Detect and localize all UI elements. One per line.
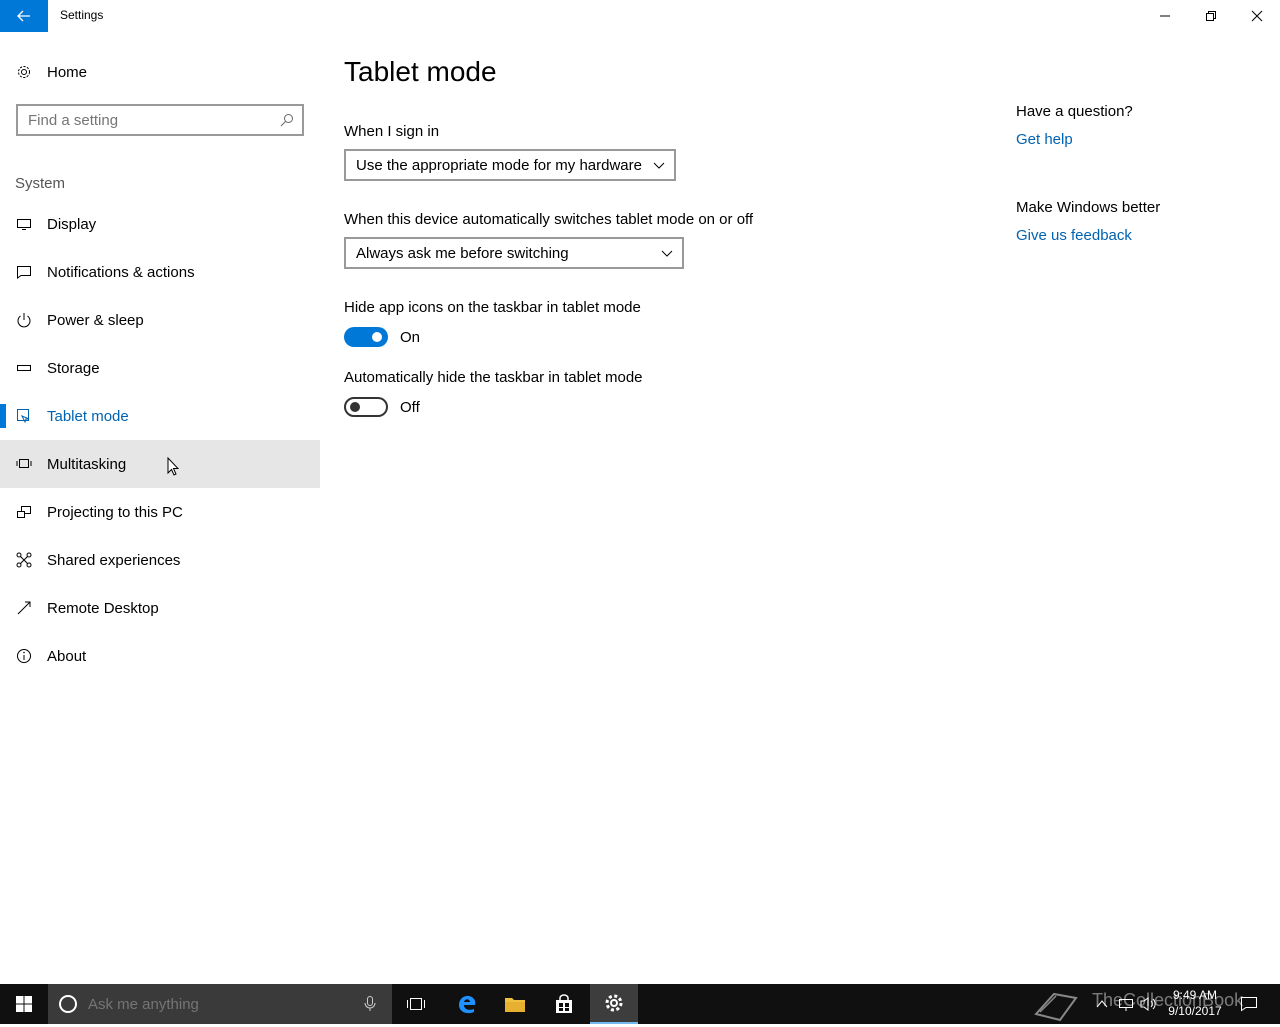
back-button[interactable] — [0, 0, 48, 32]
store-button[interactable] — [540, 984, 588, 1024]
minimize-icon — [1160, 15, 1170, 17]
sidebar-item-shared-experiences[interactable]: Shared experiences — [0, 536, 320, 584]
sidebar-item-multitasking[interactable]: Multitasking — [0, 440, 320, 488]
multitasking-icon — [16, 456, 32, 472]
switch-dropdown-value: Always ask me before switching — [356, 244, 569, 262]
hide-icons-toggle[interactable] — [344, 327, 388, 347]
show-hidden-icons-chevron-icon[interactable] — [1096, 996, 1108, 1014]
chevron-down-icon — [652, 158, 666, 176]
sidebar: Home System Display Notifications & acti… — [0, 32, 320, 984]
title-bar: Settings — [0, 0, 1280, 32]
sidebar-item-projecting[interactable]: Projecting to this PC — [0, 488, 320, 536]
page-title: Tablet mode — [344, 56, 497, 87]
hide-taskbar-label: Automatically hide the taskbar in tablet… — [344, 369, 643, 386]
hide-icons-state: On — [400, 329, 421, 346]
get-help-link[interactable]: Get help — [1016, 131, 1073, 148]
settings-taskbar-button[interactable] — [590, 984, 638, 1024]
hide-icons-label: Hide app icons on the taskbar in tablet … — [344, 299, 641, 316]
volume-icon[interactable] — [1140, 996, 1158, 1017]
cortana-icon — [58, 994, 78, 1019]
sidebar-item-about[interactable]: About — [0, 632, 320, 680]
sidebar-item-power[interactable]: Power & sleep — [0, 296, 320, 344]
sign-in-dropdown-value: Use the appropriate mode for my hardware — [356, 156, 642, 174]
book-logo-icon — [1032, 988, 1082, 1027]
better-heading: Make Windows better — [1016, 199, 1161, 216]
sidebar-item-storage[interactable]: Storage — [0, 344, 320, 392]
search-box[interactable] — [16, 104, 304, 136]
question-heading: Have a question? — [1016, 103, 1133, 120]
clock-time: 9:49 AM — [1172, 988, 1218, 1002]
restore-icon — [1206, 11, 1216, 21]
section-title: System — [15, 175, 66, 192]
toggle-knob — [372, 332, 382, 342]
power-icon — [16, 312, 32, 328]
folder-icon — [505, 998, 525, 1012]
close-icon — [1251, 10, 1263, 22]
clock-date: 9/10/2017 — [1168, 1004, 1222, 1018]
task-view-button[interactable] — [392, 984, 440, 1024]
edge-browser-icon — [459, 995, 476, 1014]
sidebar-item-home[interactable]: Home — [0, 52, 320, 92]
taskbar-search-input[interactable] — [88, 996, 348, 1013]
sign-in-dropdown[interactable]: Use the appropriate mode for my hardware — [344, 149, 676, 181]
taskbar: TheCollectionBook 9:49 AM 9/10/2017 — [0, 984, 1280, 1024]
window-title: Settings — [60, 8, 104, 22]
notification-icon — [16, 264, 32, 280]
feedback-link[interactable]: Give us feedback — [1016, 227, 1132, 244]
start-button[interactable] — [0, 984, 48, 1024]
search-icon[interactable] — [280, 113, 294, 132]
sidebar-item-display[interactable]: Display — [0, 200, 320, 248]
restore-button[interactable] — [1188, 0, 1234, 32]
switch-dropdown[interactable]: Always ask me before switching — [344, 237, 684, 269]
shared-experiences-icon — [16, 552, 32, 568]
monitor-icon — [16, 216, 32, 232]
back-arrow-icon — [17, 10, 30, 22]
windows-logo-icon — [16, 996, 32, 1012]
sign-in-label: When I sign in — [344, 123, 440, 140]
remote-desktop-icon — [16, 600, 32, 616]
gear-icon — [16, 64, 32, 80]
switch-label: When this device automatically switches … — [344, 211, 754, 228]
cortana-search-box[interactable] — [48, 984, 392, 1024]
toggle-knob — [350, 402, 360, 412]
action-center-icon[interactable] — [1240, 996, 1258, 1017]
hide-taskbar-toggle[interactable] — [344, 397, 388, 417]
task-view-icon — [407, 998, 425, 1010]
chevron-down-icon — [660, 246, 674, 264]
minimize-button[interactable] — [1142, 0, 1188, 32]
sidebar-item-remote-desktop[interactable]: Remote Desktop — [0, 584, 320, 632]
edge-button[interactable] — [443, 984, 491, 1024]
sidebar-item-tablet-mode[interactable]: Tablet mode — [0, 392, 320, 440]
microphone-icon[interactable] — [364, 996, 376, 1017]
info-icon — [16, 648, 32, 664]
mouse-cursor-icon — [167, 456, 180, 482]
sidebar-item-notifications[interactable]: Notifications & actions — [0, 248, 320, 296]
home-label: Home — [47, 63, 88, 81]
taskbar-clock[interactable]: 9:49 AM 9/10/2017 — [1160, 987, 1230, 1019]
projecting-icon — [16, 504, 32, 520]
file-explorer-button[interactable] — [491, 984, 539, 1024]
tablet-mode-icon — [16, 408, 32, 424]
storage-icon — [16, 360, 32, 376]
gear-icon — [605, 994, 623, 1012]
store-bag-icon — [556, 994, 572, 1013]
search-input[interactable] — [28, 111, 268, 129]
hide-taskbar-state: Off — [400, 399, 420, 416]
network-icon[interactable] — [1118, 996, 1134, 1017]
close-button[interactable] — [1234, 0, 1280, 32]
